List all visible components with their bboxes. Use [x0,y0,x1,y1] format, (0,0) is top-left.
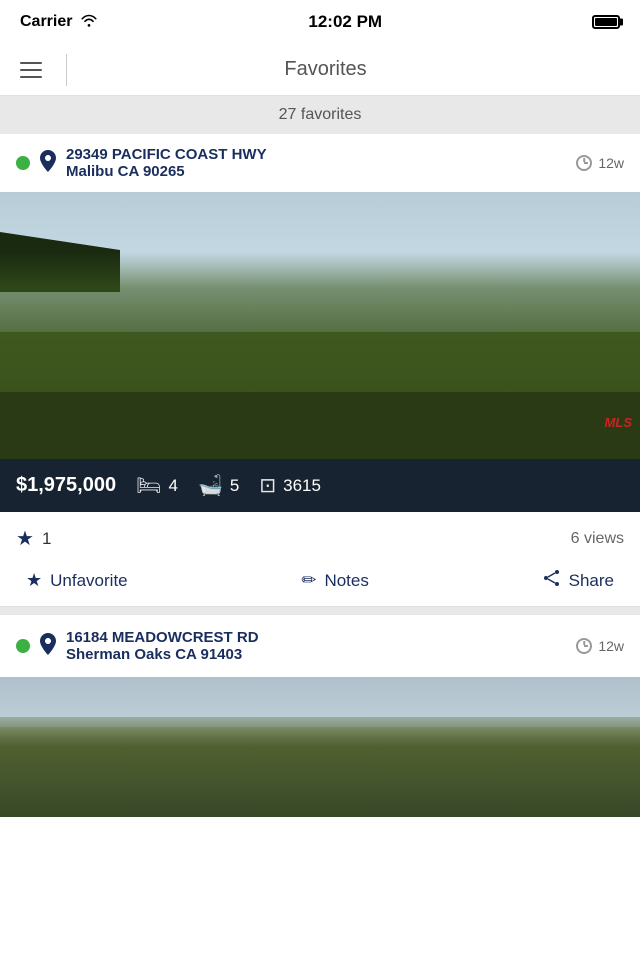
active-status-dot-2 [16,639,30,653]
unfavorite-star-icon: ★ [26,570,42,591]
status-bar-time: 12:02 PM [308,12,382,32]
beds-detail: 🛏 4 [136,473,178,498]
listing-header-2: 16184 MEADOWCREST RD Sherman Oaks CA 914… [0,615,640,677]
star-filled-icon: ★ [16,526,34,551]
address-line-2: Malibu CA 90265 [66,163,566,180]
listing-address[interactable]: 29349 PACIFIC COAST HWY Malibu CA 90265 [66,146,566,180]
bed-icon: 🛏 [136,473,161,498]
listing-item-2: 16184 MEADOWCREST RD Sherman Oaks CA 914… [0,615,640,817]
location-pin-icon [40,150,56,177]
listing-time: 12w [576,155,624,171]
carrier-label: Carrier [20,13,72,31]
property-image[interactable]: MLS $1,975,000 🛏 4 🛁 5 ⊡ 3615 [0,192,640,512]
baths-detail: 🛁 5 [198,473,239,498]
location-pin-icon-2 [40,633,56,660]
action-buttons-row: ★ Unfavorite ✏ Notes Share [16,569,624,592]
clock-icon-2 [576,638,592,654]
listing-actions: ★ 1 6 views ★ Unfavorite ✏ Notes [0,512,640,607]
price-label: $1,975,000 [16,474,116,497]
section-divider [0,607,640,615]
page-title: Favorites [87,58,564,81]
views-row: ★ 1 6 views [16,526,624,551]
address-line-2-2: Sherman Oaks CA 91403 [66,646,566,663]
battery-fill [595,18,617,26]
nav-divider [66,54,67,86]
address-line-1-2: 16184 MEADOWCREST RD [66,629,566,646]
notes-button[interactable]: ✏ Notes [301,570,369,591]
clock-icon [576,155,592,171]
baths-count: 5 [230,476,239,496]
active-status-dot [16,156,30,170]
status-bar: Carrier 12:02 PM [0,0,640,44]
status-bar-right [592,15,620,29]
share-icon [543,569,561,592]
second-trees [0,717,640,817]
listing-header: 29349 PACIFIC COAST HWY Malibu CA 90265 … [0,134,640,192]
property-image-2[interactable] [0,677,640,817]
price-overlay: $1,975,000 🛏 4 🛁 5 ⊡ 3615 [0,459,640,512]
bath-icon: 🛁 [198,473,223,498]
nav-bar: Favorites [0,44,640,96]
time-ago-label-2: 12w [598,638,624,654]
status-bar-left: Carrier [20,13,98,32]
hamburger-line-1 [20,62,42,64]
beds-count: 4 [169,476,178,496]
notes-pencil-icon: ✏ [301,570,316,591]
hamburger-line-3 [20,76,42,78]
share-button[interactable]: Share [543,569,614,592]
share-label: Share [569,571,614,591]
listing-address-2[interactable]: 16184 MEADOWCREST RD Sherman Oaks CA 914… [66,629,566,663]
views-count: 6 views [571,530,624,548]
sqft-count: 3615 [283,476,321,496]
unfavorite-label: Unfavorite [50,571,127,591]
time-ago-label: 12w [598,155,624,171]
hamburger-menu-button[interactable] [16,58,46,82]
sqft-detail: ⊡ 3615 [259,473,321,498]
mls-badge: MLS [605,415,632,430]
battery-icon [592,15,620,29]
address-line-1: 29349 PACIFIC COAST HWY [66,146,566,163]
favorite-count: 1 [42,529,51,549]
notes-label: Notes [324,571,368,591]
unfavorite-button[interactable]: ★ Unfavorite [26,570,128,591]
sqft-icon: ⊡ [259,473,276,498]
favorites-count-bar: 27 favorites [0,96,640,134]
star-count: ★ 1 [16,526,51,551]
listing-time-2: 12w [576,638,624,654]
favorites-count-label: 27 favorites [279,106,362,123]
wifi-icon [80,13,98,32]
hamburger-line-2 [20,69,42,71]
listing-item: 29349 PACIFIC COAST HWY Malibu CA 90265 … [0,134,640,607]
